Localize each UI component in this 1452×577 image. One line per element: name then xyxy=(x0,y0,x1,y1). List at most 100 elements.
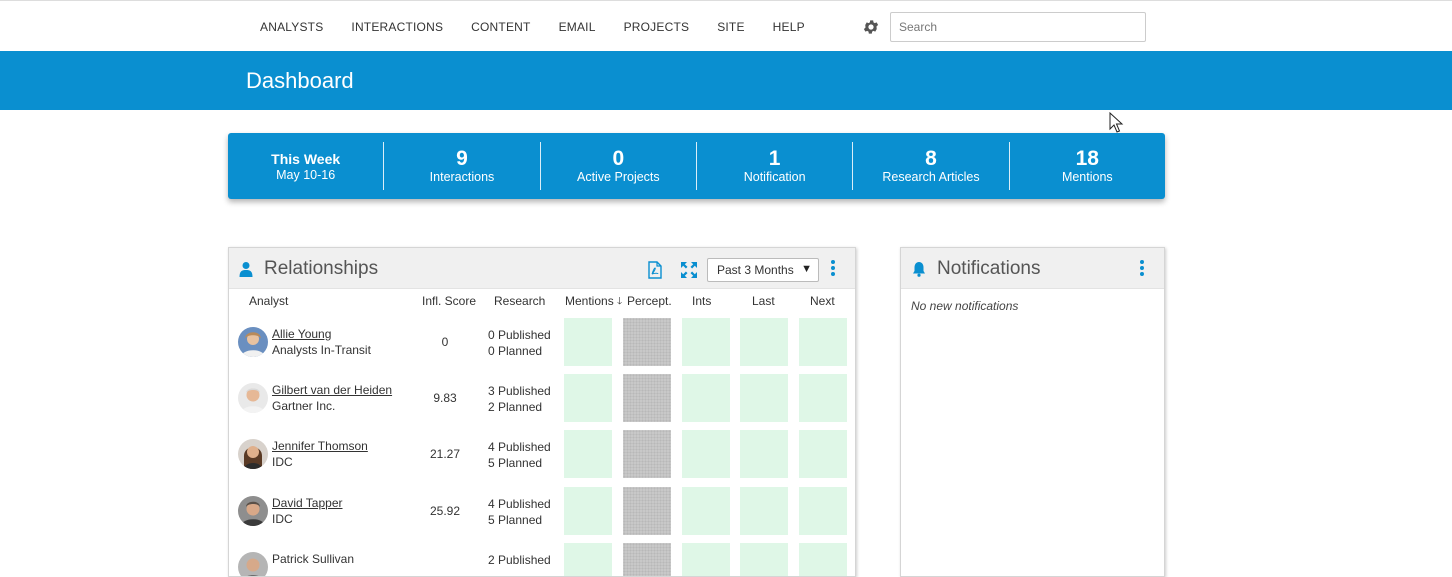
stat-mentions[interactable]: 18 Mentions xyxy=(1010,142,1165,190)
published-count: 4 Published xyxy=(488,497,551,511)
infl-score: 25.92 xyxy=(429,504,461,518)
infl-score: 0 xyxy=(441,335,449,349)
mouse-cursor-icon xyxy=(1109,112,1124,133)
last-cell[interactable] xyxy=(740,374,788,422)
analyst-name-link[interactable]: Gilbert van der Heiden xyxy=(272,383,392,397)
published-count: 3 Published xyxy=(488,384,551,398)
col-mentions[interactable]: Mentions xyxy=(565,294,614,308)
stat-value: 18 xyxy=(1075,147,1099,170)
ints-cell[interactable] xyxy=(682,374,730,422)
page-header: Dashboard xyxy=(0,51,1452,110)
percept-cell[interactable] xyxy=(623,543,671,576)
period-select-value: Past 3 Months xyxy=(717,263,794,277)
col-percept[interactable]: Percept. xyxy=(627,294,672,308)
col-last[interactable]: Last xyxy=(752,294,775,308)
stat-value: 9 xyxy=(456,147,468,170)
percept-cell[interactable] xyxy=(623,430,671,478)
ints-cell[interactable] xyxy=(682,430,730,478)
published-count: 4 Published xyxy=(488,440,551,454)
page-title: Dashboard xyxy=(246,68,354,93)
stat-active-projects[interactable]: 0 Active Projects xyxy=(541,142,697,190)
research-counts: 4 Published 5 Planned xyxy=(488,439,551,471)
chevron-down-icon: ▼ xyxy=(801,263,812,275)
week-title: This Week xyxy=(271,151,341,167)
relationships-panel: Relationships Past 3 Months ▼ Analyst In… xyxy=(228,247,856,577)
next-cell[interactable] xyxy=(799,318,847,366)
gear-icon[interactable] xyxy=(862,18,880,36)
col-infl-score[interactable]: Infl. Score xyxy=(422,294,476,308)
mentions-cell[interactable] xyxy=(564,430,612,478)
stat-interactions[interactable]: 9 Interactions xyxy=(384,142,541,190)
nav-site[interactable]: SITE xyxy=(703,20,758,34)
table-row: Jennifer Thomson IDC 21.27 4 Published 5… xyxy=(229,430,855,486)
nav-projects[interactable]: PROJECTS xyxy=(610,20,704,34)
ints-cell[interactable] xyxy=(682,318,730,366)
avatar xyxy=(238,383,268,413)
last-cell[interactable] xyxy=(740,430,788,478)
col-ints[interactable]: Ints xyxy=(692,294,711,308)
percept-cell[interactable] xyxy=(623,374,671,422)
planned-count: 5 Planned xyxy=(488,513,543,527)
analyst-name-link[interactable]: Jennifer Thomson xyxy=(272,439,368,453)
published-count: 2 Published xyxy=(488,553,551,567)
stat-label: Mentions xyxy=(1061,170,1113,184)
sort-arrow-icon: 🡓 xyxy=(617,296,623,307)
top-navigation-bar: ANALYSTS INTERACTIONS CONTENT EMAIL PROJ… xyxy=(0,0,1452,51)
last-cell[interactable] xyxy=(740,318,788,366)
mentions-cell[interactable] xyxy=(564,543,612,576)
col-analyst[interactable]: Analyst xyxy=(249,294,288,308)
planned-count: 0 Planned xyxy=(488,344,543,358)
nav-interactions[interactable]: INTERACTIONS xyxy=(337,20,457,34)
notifications-more-icon[interactable] xyxy=(1139,260,1145,280)
nav-content[interactable]: CONTENT xyxy=(457,20,544,34)
planned-count: 2 Planned xyxy=(488,400,543,414)
stat-value: 1 xyxy=(768,147,781,170)
person-icon xyxy=(239,262,253,277)
pdf-export-icon[interactable] xyxy=(647,261,663,279)
notifications-header: Notifications xyxy=(901,248,1164,289)
analyst-name-link[interactable]: Allie Young xyxy=(272,327,331,341)
infl-score: 21.27 xyxy=(429,447,461,461)
empty-notifications-text: No new notifications xyxy=(911,299,1019,313)
col-next[interactable]: Next xyxy=(810,294,835,308)
col-research[interactable]: Research xyxy=(494,294,545,308)
analyst-org: IDC xyxy=(272,512,293,526)
stat-label: Active Projects xyxy=(576,170,660,184)
planned-count: 5 Planned xyxy=(488,456,543,470)
next-cell[interactable] xyxy=(799,543,847,576)
mentions-cell[interactable] xyxy=(564,487,612,535)
nav-help[interactable]: HELP xyxy=(759,20,819,34)
table-row: Gilbert van der Heiden Gartner Inc. 9.83… xyxy=(229,374,855,430)
stat-notification[interactable]: 1 Notification xyxy=(697,142,854,190)
table-row: David Tapper IDC 25.92 4 Published 5 Pla… xyxy=(229,487,855,543)
last-cell[interactable] xyxy=(740,543,788,576)
stat-research-articles[interactable]: 8 Research Articles xyxy=(853,142,1010,190)
percept-cell[interactable] xyxy=(623,487,671,535)
last-cell[interactable] xyxy=(740,487,788,535)
weekly-stats-bar: This Week May 10-16 9 Interactions 0 Act… xyxy=(228,133,1165,199)
research-counts: 3 Published 2 Planned xyxy=(488,383,551,415)
table-row: Allie Young Analysts In-Transit 0 0 Publ… xyxy=(229,318,855,374)
mentions-cell[interactable] xyxy=(564,374,612,422)
stat-value: 8 xyxy=(925,147,937,170)
stat-label: Research Articles xyxy=(882,170,980,184)
period-select[interactable]: Past 3 Months ▼ xyxy=(707,258,819,282)
expand-icon[interactable] xyxy=(680,261,698,279)
analyst-org: Analysts In-Transit xyxy=(272,343,371,357)
mentions-cell[interactable] xyxy=(564,318,612,366)
percept-cell[interactable] xyxy=(623,318,671,366)
next-cell[interactable] xyxy=(799,430,847,478)
ints-cell[interactable] xyxy=(682,543,730,576)
analyst-name-link[interactable]: David Tapper xyxy=(272,496,343,510)
stat-label: Interactions xyxy=(429,170,495,184)
analyst-org: Gartner Inc. xyxy=(272,399,336,413)
search-input[interactable] xyxy=(890,12,1146,42)
ints-cell[interactable] xyxy=(682,487,730,535)
relationships-more-icon[interactable] xyxy=(830,260,836,280)
next-cell[interactable] xyxy=(799,487,847,535)
notifications-panel: Notifications No new notifications xyxy=(900,247,1165,577)
nav-email[interactable]: EMAIL xyxy=(545,20,610,34)
nav-analysts[interactable]: ANALYSTS xyxy=(246,20,337,34)
avatar xyxy=(238,496,268,526)
next-cell[interactable] xyxy=(799,374,847,422)
